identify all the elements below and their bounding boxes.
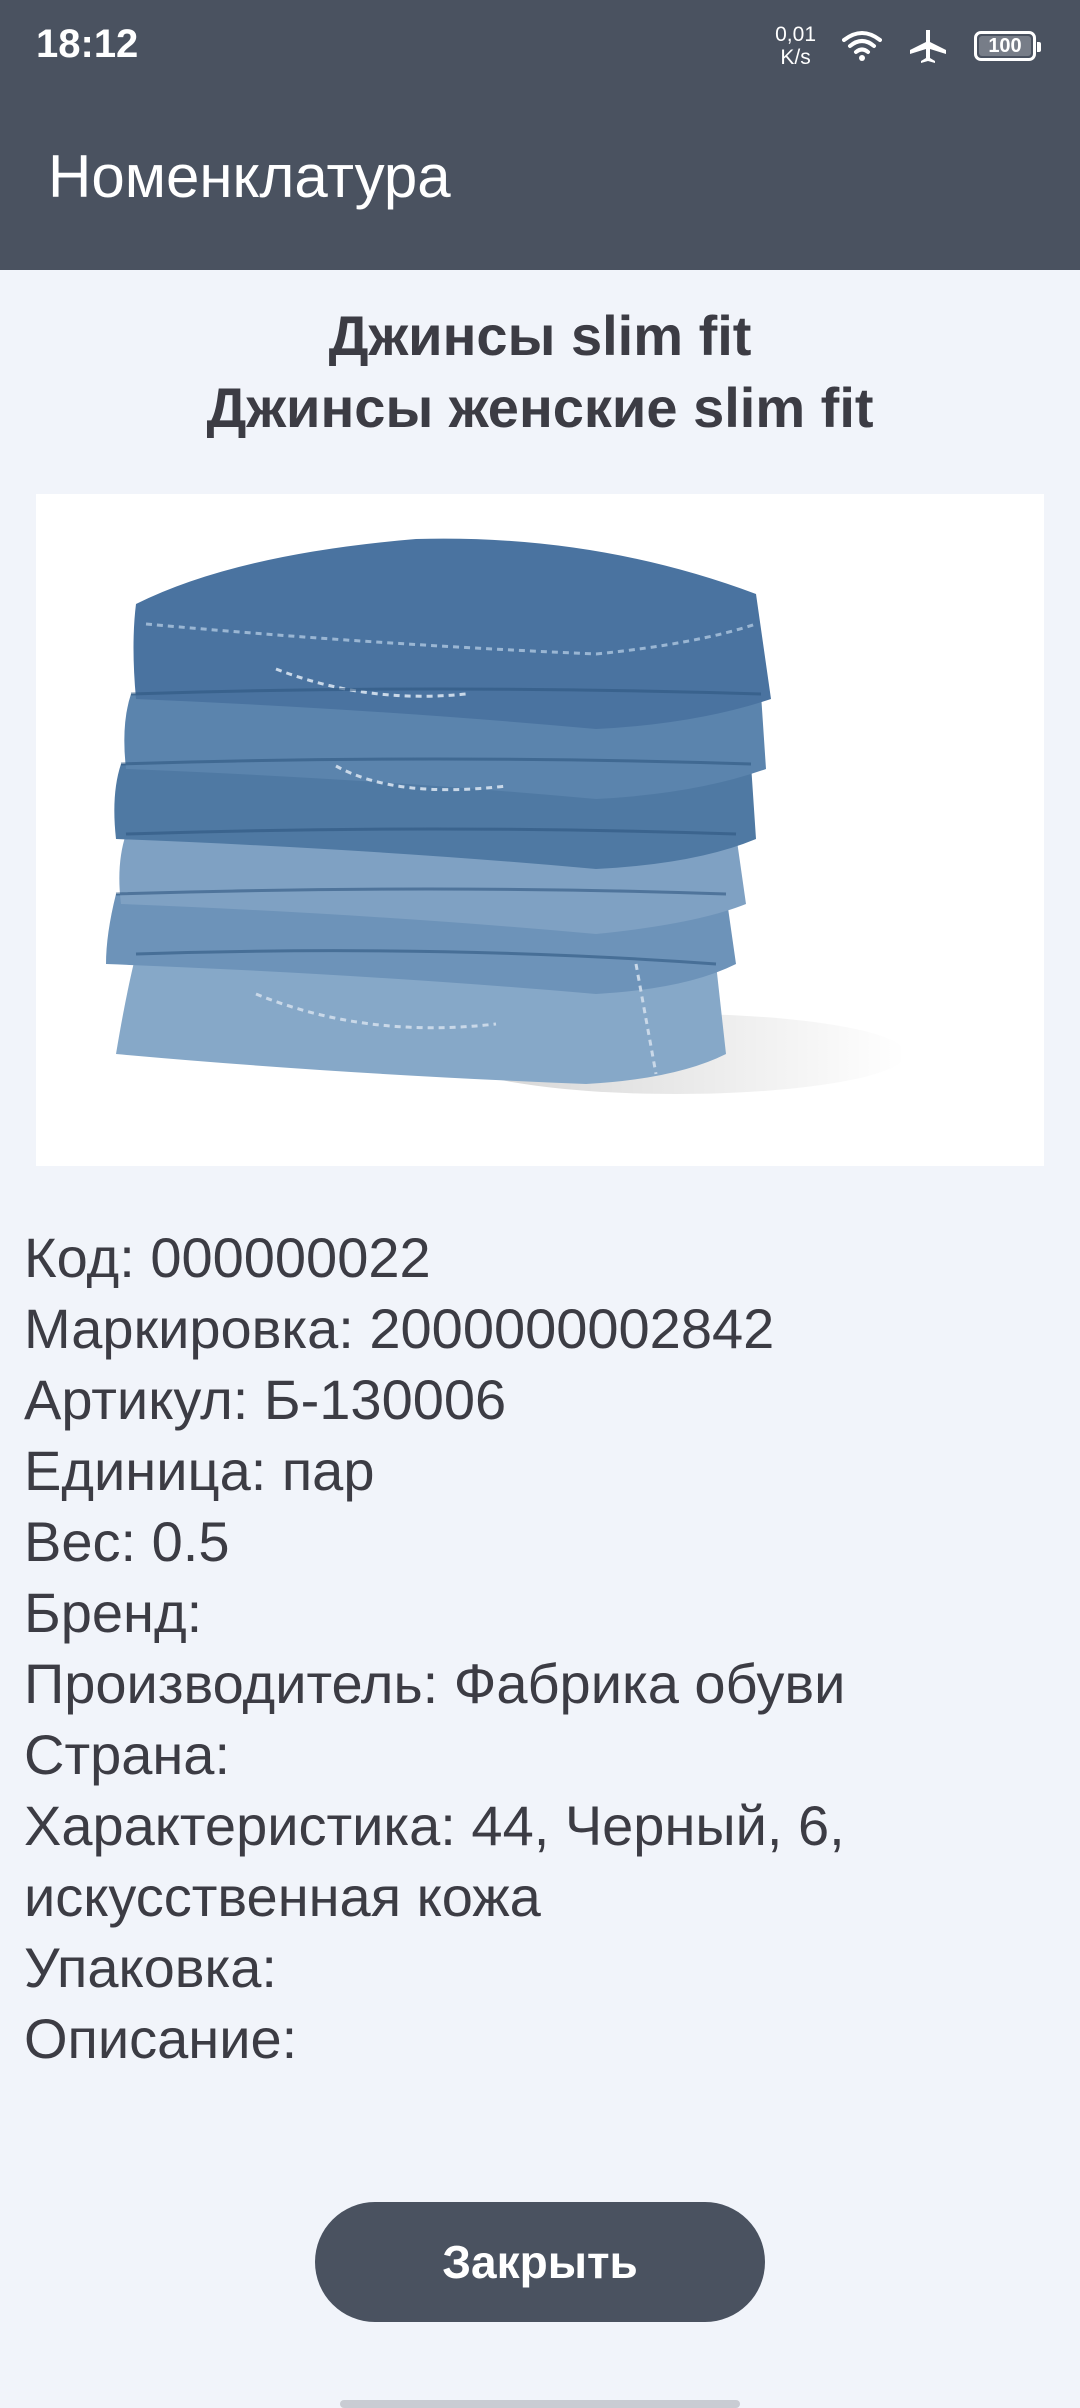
product-title: Джинсы slim fit Джинсы женские slim fit — [0, 300, 1080, 444]
close-button[interactable]: Закрыть — [315, 2202, 765, 2322]
detail-article: Артикул: Б-130006 — [24, 1368, 507, 1431]
detail-code: Код: 000000022 — [24, 1226, 431, 1289]
detail-packaging: Упаковка: — [24, 1936, 277, 1999]
airplane-mode-icon — [910, 30, 946, 63]
product-full-name: Джинсы женские slim fit — [206, 376, 874, 439]
product-image — [36, 494, 1044, 1166]
wifi-icon — [842, 31, 882, 61]
status-bar: 18:12 0,01 K/s 100 — [0, 0, 1080, 90]
detail-unit: Единица: пар — [24, 1439, 375, 1502]
status-time: 18:12 — [36, 22, 139, 66]
network-speed-unit: K/s — [780, 46, 811, 69]
network-speed-value: 0,01 — [775, 23, 816, 46]
detail-country: Страна: — [24, 1723, 231, 1786]
detail-brand: Бренд: — [24, 1581, 203, 1644]
detail-manufacturer: Производитель: Фабрика обуви — [24, 1652, 846, 1715]
app-bar: Номенклатура — [0, 90, 1080, 270]
detail-weight: Вес: 0.5 — [24, 1510, 230, 1573]
product-details: Код: 000000022 Маркировка: 2000000002842… — [24, 1222, 1064, 2074]
detail-characteristic: Характеристика: 44, Черный, 6, искусстве… — [24, 1794, 845, 1928]
page-title: Номенклатура — [48, 143, 451, 210]
battery-percent: 100 — [988, 34, 1022, 57]
detail-description: Описание: — [24, 2007, 298, 2070]
network-speed: 0,01 K/s — [775, 23, 816, 69]
battery-icon: 100 — [974, 31, 1041, 61]
product-name: Джинсы slim fit — [328, 304, 752, 367]
detail-marking: Маркировка: 2000000002842 — [24, 1297, 775, 1360]
jeans-stack-illustration — [106, 538, 906, 1094]
gesture-nav-bar — [340, 2400, 740, 2408]
status-icons: 0,01 K/s 100 — [775, 16, 1041, 76]
